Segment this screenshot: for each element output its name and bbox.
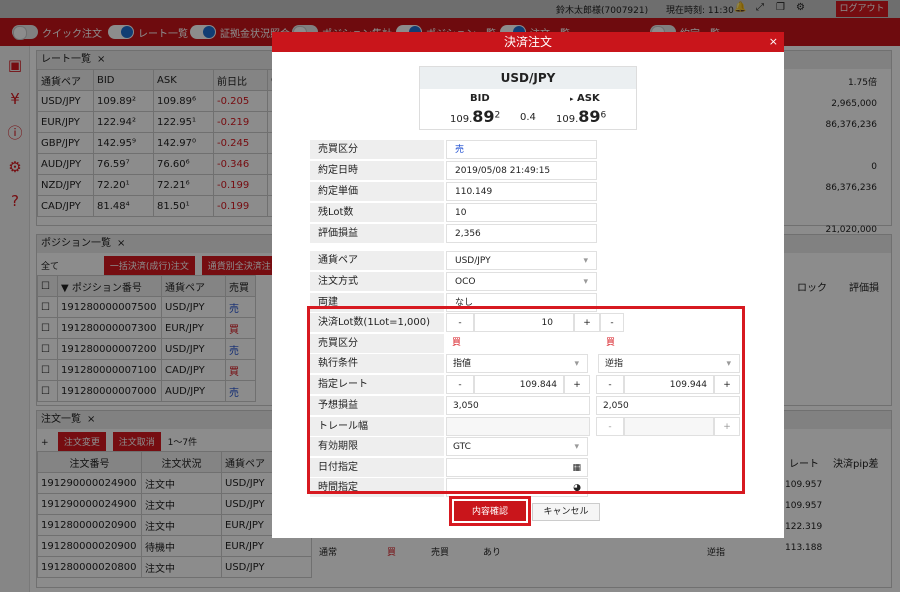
- cancel-button[interactable]: キャンセル: [532, 503, 600, 521]
- ask-label: ▸ ASK: [570, 93, 600, 104]
- spread: 0.4: [520, 112, 536, 123]
- info-row-side: 売買区分売: [310, 140, 597, 159]
- quote-box: USD/JPY BID ▸ ASK 109.892 0.4 109.896: [419, 66, 637, 130]
- info-row-pl: 評価損益 2,356: [310, 224, 597, 243]
- dialog-title: 決済注文: [503, 35, 552, 49]
- confirm-button[interactable]: 内容確認: [449, 496, 531, 526]
- pair-row: 通貨ペア USD/JPY: [310, 251, 597, 270]
- quote-pair: USD/JPY: [420, 67, 636, 89]
- order-method-select[interactable]: OCO: [446, 272, 597, 291]
- info-row-lots: 残Lot数 10: [310, 203, 597, 222]
- info-row-datetime: 約定日時 2019/05/08 21:49:15: [310, 161, 597, 180]
- info-row-price: 約定単価 110.149: [310, 182, 597, 201]
- close-icon[interactable]: ×: [769, 32, 778, 52]
- highlight-box: [307, 306, 745, 494]
- dialog-header: 決済注文 ×: [272, 32, 784, 52]
- method-row: 注文方式 OCO: [310, 272, 597, 291]
- play-icon: ▸: [570, 95, 574, 103]
- pair-select[interactable]: USD/JPY: [446, 251, 597, 270]
- bid-price[interactable]: 109.892: [450, 107, 500, 126]
- ask-price[interactable]: 109.896: [556, 107, 606, 126]
